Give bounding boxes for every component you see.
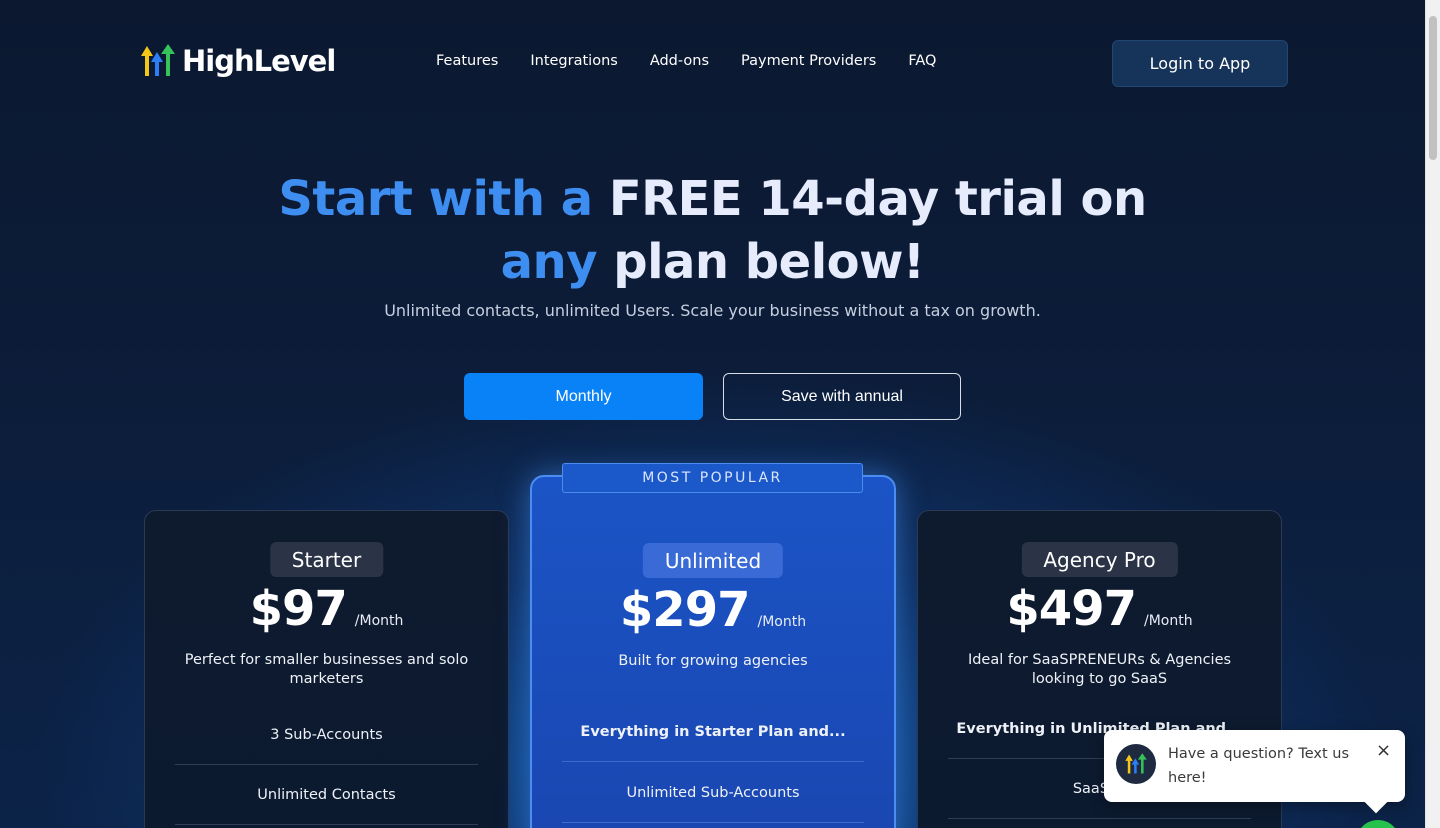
hero-title-part2: FREE 14-day trial on xyxy=(608,171,1147,227)
price-period: /Month xyxy=(1143,613,1193,629)
plan-feature: Unlimited Contacts xyxy=(175,765,478,825)
nav-features[interactable]: Features xyxy=(436,53,498,69)
login-button[interactable]: Login to App xyxy=(1112,40,1288,87)
close-icon[interactable]: × xyxy=(1376,740,1391,761)
plan-price: $497 xyxy=(1006,581,1137,637)
price-row: $497 /Month xyxy=(918,581,1281,637)
chat-launcher-button[interactable] xyxy=(1356,820,1400,828)
nav-add-ons[interactable]: Add-ons xyxy=(650,53,709,69)
plan-name: Unlimited xyxy=(642,543,784,578)
main-nav: Features Integrations Add-ons Payment Pr… xyxy=(436,53,936,69)
hero-title: Start with a FREE 14-day trial on any pl… xyxy=(0,168,1425,294)
nav-integrations[interactable]: Integrations xyxy=(530,53,617,69)
logo-arrows-icon xyxy=(1125,753,1147,774)
nav-faq[interactable]: FAQ xyxy=(908,53,936,69)
logo-arrows-icon xyxy=(141,44,175,76)
price-period: /Month xyxy=(354,613,404,629)
plan-description: Ideal for SaaSPRENEURs & Agencies lookin… xyxy=(967,652,1232,687)
hero-title-part4: plan below! xyxy=(613,234,925,290)
plan-feature: Everything in Starter Plan and... xyxy=(562,702,864,762)
nav-payment-providers[interactable]: Payment Providers xyxy=(741,53,876,69)
chat-widget[interactable]: Have a question? Text us here! × xyxy=(1104,730,1405,814)
price-period: /Month xyxy=(757,614,807,630)
chat-avatar xyxy=(1116,744,1156,784)
plan-description: Built for growing agencies xyxy=(618,653,808,669)
monthly-toggle-button[interactable]: Monthly xyxy=(464,373,703,420)
most-popular-badge: MOST POPULAR xyxy=(562,463,863,493)
price-row: $297 /Month xyxy=(532,582,894,638)
logo-text: HighLevel xyxy=(182,44,336,78)
plan-price: $297 xyxy=(619,582,751,638)
plan-card-starter: Starter $97 /Month Perfect for smaller b… xyxy=(144,510,509,828)
scrollbar-thumb[interactable] xyxy=(1429,16,1437,160)
page-scrollbar[interactable] xyxy=(1425,0,1440,828)
price-row: $97 /Month xyxy=(145,581,508,637)
highlevel-logo[interactable]: HighLevel xyxy=(138,42,336,80)
chat-message: Have a question? Text us here! xyxy=(1168,746,1350,786)
plan-feature: 3 Sub-Accounts xyxy=(175,705,478,765)
hero-subtitle: Unlimited contacts, unlimited Users. Sca… xyxy=(384,301,1041,320)
chat-tail xyxy=(1364,790,1388,814)
hero-title-part1: Start with a xyxy=(278,171,593,227)
plan-name: Agency Pro xyxy=(1021,542,1178,577)
plan-price: $97 xyxy=(249,581,348,637)
hero-title-part3: any xyxy=(500,234,598,290)
plan-feature: Unlimited Sub-Accounts xyxy=(562,763,864,823)
plan-card-unlimited: Unlimited $297 /Month Built for growing … xyxy=(530,475,896,828)
annual-toggle-button[interactable]: Save with annual xyxy=(723,373,961,420)
plan-name: Starter xyxy=(269,542,384,577)
plan-description: Perfect for smaller businesses and solo … xyxy=(184,652,469,687)
